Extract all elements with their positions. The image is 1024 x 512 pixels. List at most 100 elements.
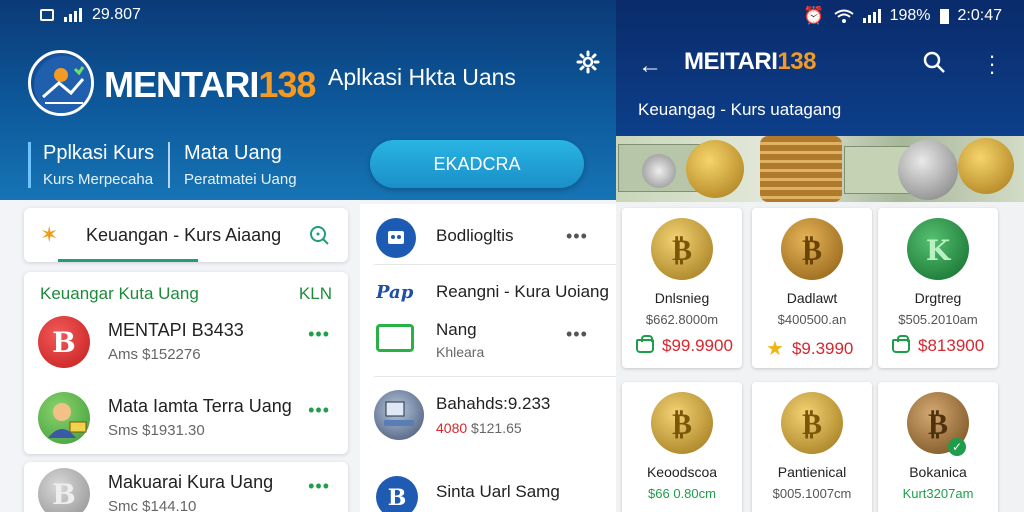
status-time: 2:0:47 — [957, 7, 1002, 24]
svg-text:₿: ₿ — [802, 407, 822, 442]
list-item-subtitle: Sms $1931.30 — [108, 422, 205, 439]
more-options-icon[interactable]: ••• — [566, 324, 588, 345]
list-item[interactable]: Bodliogltis ••• — [360, 210, 616, 266]
list-item[interactable]: B Sintа Uarl Samg — [360, 470, 616, 512]
bitcoin-icon: B — [52, 478, 76, 511]
back-arrow-icon[interactable]: ← — [638, 52, 662, 80]
list-item-subtitle: Smc $144.10 — [108, 498, 197, 512]
alarm-icon: ⏰ — [803, 6, 825, 25]
primary-cta-button[interactable]: EKADCRA — [370, 140, 584, 188]
gold-coin-image — [686, 140, 744, 198]
overflow-menu-icon[interactable]: · · · — [986, 45, 998, 83]
list-header-badge: KLN — [298, 284, 332, 303]
svg-text:₿: ₿ — [672, 407, 692, 442]
product-old-price: $66 0.80cm — [648, 486, 716, 501]
list-item[interactable]: B MENTAPI B3433 Ams $152276 ••• — [38, 312, 338, 372]
list-header-title: Keuangar Kuta Uang — [40, 284, 199, 303]
money-icon — [376, 324, 414, 352]
brand-name: MEITARI — [684, 48, 778, 75]
divider — [374, 376, 616, 377]
svg-text:K: K — [926, 234, 952, 267]
product-old-price: $400500.an — [777, 312, 847, 327]
star-icon: ✶ — [40, 222, 59, 247]
search-underline — [58, 259, 198, 262]
settings-icon[interactable] — [576, 50, 600, 74]
app-bar: ⏰ 198% 2:0:47 ← MEITARI138 · · · Keuangag … — [616, 0, 1024, 136]
product-card[interactable]: ₿ Dadlawt $400500.an ★ $9.3990 — [752, 208, 872, 368]
bitcoin-coin-image: ₿ — [651, 218, 713, 280]
hero-header: 29.807 MENTARI138 Aplkasi Hkta Uans Pplk… — [0, 0, 616, 200]
more-options-icon[interactable]: ••• — [308, 476, 330, 497]
list-item[interactable]: Bahahds:9.233 4080 $121.65 — [360, 390, 616, 446]
silver-coin-image — [642, 154, 676, 188]
list-header: Keuangar Kuta Uang KLN — [40, 284, 332, 304]
bitcoin-icon: B — [52, 326, 76, 359]
more-options-icon[interactable]: ••• — [566, 226, 588, 247]
product-price-row: $99.9900 — [636, 335, 733, 356]
product-name: Dnlsnieg — [654, 290, 710, 306]
brand-logo-icon: Pap — [375, 276, 416, 316]
bitcoin-coin-image: ₿ — [651, 392, 713, 454]
currency-list-card-2: B Makuarai Kura Uang Smc $144.10 ••• — [24, 462, 348, 512]
product-price-row: $813900 — [892, 335, 985, 356]
product-price: $9.3990 — [791, 338, 854, 358]
list-item-subtitle: Ams $152276 — [108, 346, 201, 363]
product-card[interactable]: K Drgtreg $505.2010am $813900 — [878, 208, 998, 368]
wifi-icon — [833, 9, 854, 23]
green-coin-icon: K — [926, 234, 952, 267]
search-bar[interactable]: ✶ Keuangan - Kurs Aiaang — [24, 208, 348, 262]
gold-bitcoin-image — [958, 138, 1014, 194]
product-price: $813900 — [918, 336, 985, 355]
app-avatar — [376, 218, 416, 258]
bitcoin-icon: B — [388, 485, 407, 511]
product-card[interactable]: ₿ Pantienical $005.1007cm — [752, 382, 872, 512]
workspace-avatar — [374, 390, 424, 440]
product-card[interactable]: ₿ Keoodscoa $66 0.80cm — [622, 382, 742, 512]
list-item[interactable]: Mata Iamta Terra Uang Sms $1931.30 ••• — [38, 388, 338, 448]
bitcoin-icon: ₿ — [802, 233, 822, 268]
brand-name: MENTARI — [104, 64, 259, 105]
status-bar-right: ⏰ 198% 2:0:47 — [803, 6, 1002, 26]
product-name: Drgtreg — [914, 290, 962, 306]
shopping-bag-icon — [892, 335, 910, 353]
more-options-icon[interactable]: ••• — [308, 400, 330, 421]
silver-coin-avatar: B — [38, 468, 90, 512]
notification-icon — [40, 9, 54, 21]
bitcoin-icon: ₿ — [802, 407, 822, 442]
list-item[interactable]: Nang Khleara ••• — [360, 314, 616, 370]
search-icon[interactable] — [308, 224, 330, 246]
brand-number: 138 — [777, 48, 816, 75]
brand-tagline: Aplkasi Hkta Uans — [328, 64, 516, 90]
currency-list-card: Keuangar Kuta Uang KLN B MENTAPI B3433 A… — [24, 272, 348, 454]
bitcoin-icon: ₿ — [672, 407, 692, 442]
red-coin-avatar: B — [38, 316, 90, 368]
svg-text:₿: ₿ — [672, 233, 692, 268]
tab-mata-uang[interactable]: Mata Uang Peratmatei Uang — [168, 142, 297, 188]
bitcoin-coin-image: ₿ — [781, 392, 843, 454]
search-icon[interactable] — [922, 50, 946, 74]
product-card[interactable]: ₿ ✓ Bokanica Kurt3207am — [878, 382, 998, 512]
tab-title: Pplkasi Kurs — [43, 142, 155, 164]
list-item-subtitle: 4080 $121.65 — [436, 420, 522, 436]
tab-title: Mata Uang — [184, 142, 282, 164]
svg-text:B: B — [52, 326, 76, 359]
list-item-title: MENTAPI B3433 — [108, 320, 244, 340]
activity-list: Bodliogltis ••• Pap Reangni - Kura Uoian… — [360, 204, 616, 512]
app-bar-subtitle: Keuangag - Kurs uatagang — [638, 100, 842, 119]
tab-aplikasi-kurs[interactable]: Pplkasi Kurs Kurs Merpecaha — [28, 142, 154, 188]
battery-level: 198% — [889, 7, 931, 24]
person-avatar — [38, 392, 90, 444]
currency-banner-image — [616, 136, 1024, 202]
brand-title: MENTARI138 — [104, 64, 316, 106]
bank-avatar: B — [376, 476, 418, 512]
signal-icon — [862, 9, 881, 23]
more-options-icon[interactable]: ••• — [308, 324, 330, 345]
bitcoin-coin-image: ₿ — [781, 218, 843, 280]
product-card[interactable]: ₿ Dnlsnieg $662.8000m $99.9900 — [622, 208, 742, 368]
list-item[interactable]: B Makuarai Kura Uang Smc $144.10 ••• — [38, 464, 338, 512]
product-old-price: $005.1007cm — [772, 486, 852, 501]
person-icon — [48, 403, 87, 438]
star-icon: ★ — [766, 338, 784, 360]
tab-subtitle: Kurs Merpecaha — [43, 171, 154, 188]
svg-text:₿: ₿ — [802, 233, 822, 268]
